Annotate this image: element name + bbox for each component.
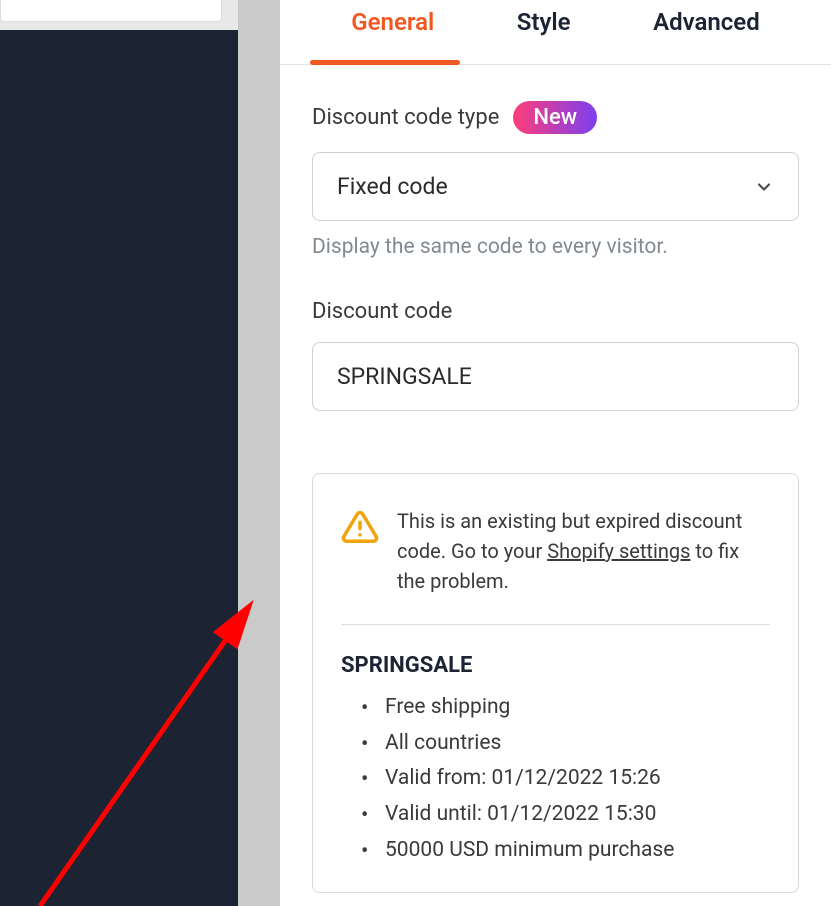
discount-type-value: Fixed code bbox=[337, 173, 448, 200]
tab-style[interactable]: Style bbox=[517, 0, 571, 44]
discount-type-label-row: Discount code type New bbox=[312, 101, 799, 134]
discount-code-input[interactable] bbox=[337, 363, 774, 390]
warning-icon bbox=[341, 508, 379, 546]
tabs-bar: General Style Advanced bbox=[280, 0, 831, 65]
sidebar-dark-area bbox=[0, 30, 238, 906]
dark-sidebar bbox=[0, 0, 238, 906]
warning-row: This is an existing but expired discount… bbox=[341, 506, 770, 625]
discount-type-help: Display the same code to every visitor. bbox=[312, 235, 799, 259]
list-item: Valid from: 01/12/2022 15:26 bbox=[385, 761, 770, 797]
settings-panel: General Style Advanced Discount code typ… bbox=[280, 0, 831, 906]
discount-details-card: This is an existing but expired discount… bbox=[312, 473, 799, 893]
discount-type-label: Discount code type bbox=[312, 105, 499, 130]
list-item: All countries bbox=[385, 726, 770, 762]
list-item: Valid until: 01/12/2022 15:30 bbox=[385, 797, 770, 833]
gap-strip bbox=[238, 0, 280, 906]
panel-content: Discount code type New Fixed code Displa… bbox=[280, 65, 831, 906]
details-list: Free shipping All countries Valid from: … bbox=[341, 690, 770, 868]
discount-type-select[interactable]: Fixed code bbox=[312, 152, 799, 221]
discount-code-input-wrap[interactable] bbox=[312, 342, 799, 411]
list-item: Free shipping bbox=[385, 690, 770, 726]
sidebar-top-strip bbox=[0, 0, 238, 30]
tab-underline bbox=[310, 60, 460, 65]
shopify-settings-link[interactable]: Shopify settings bbox=[547, 539, 690, 563]
new-badge: New bbox=[513, 101, 597, 134]
code-name: SPRINGSALE bbox=[341, 653, 770, 678]
list-item: 50000 USD minimum purchase bbox=[385, 833, 770, 869]
warning-text: This is an existing but expired discount… bbox=[397, 506, 770, 596]
discount-code-label: Discount code bbox=[312, 299, 799, 324]
chevron-down-icon bbox=[754, 177, 774, 197]
tab-advanced[interactable]: Advanced bbox=[653, 0, 760, 44]
tab-general[interactable]: General bbox=[351, 0, 434, 44]
